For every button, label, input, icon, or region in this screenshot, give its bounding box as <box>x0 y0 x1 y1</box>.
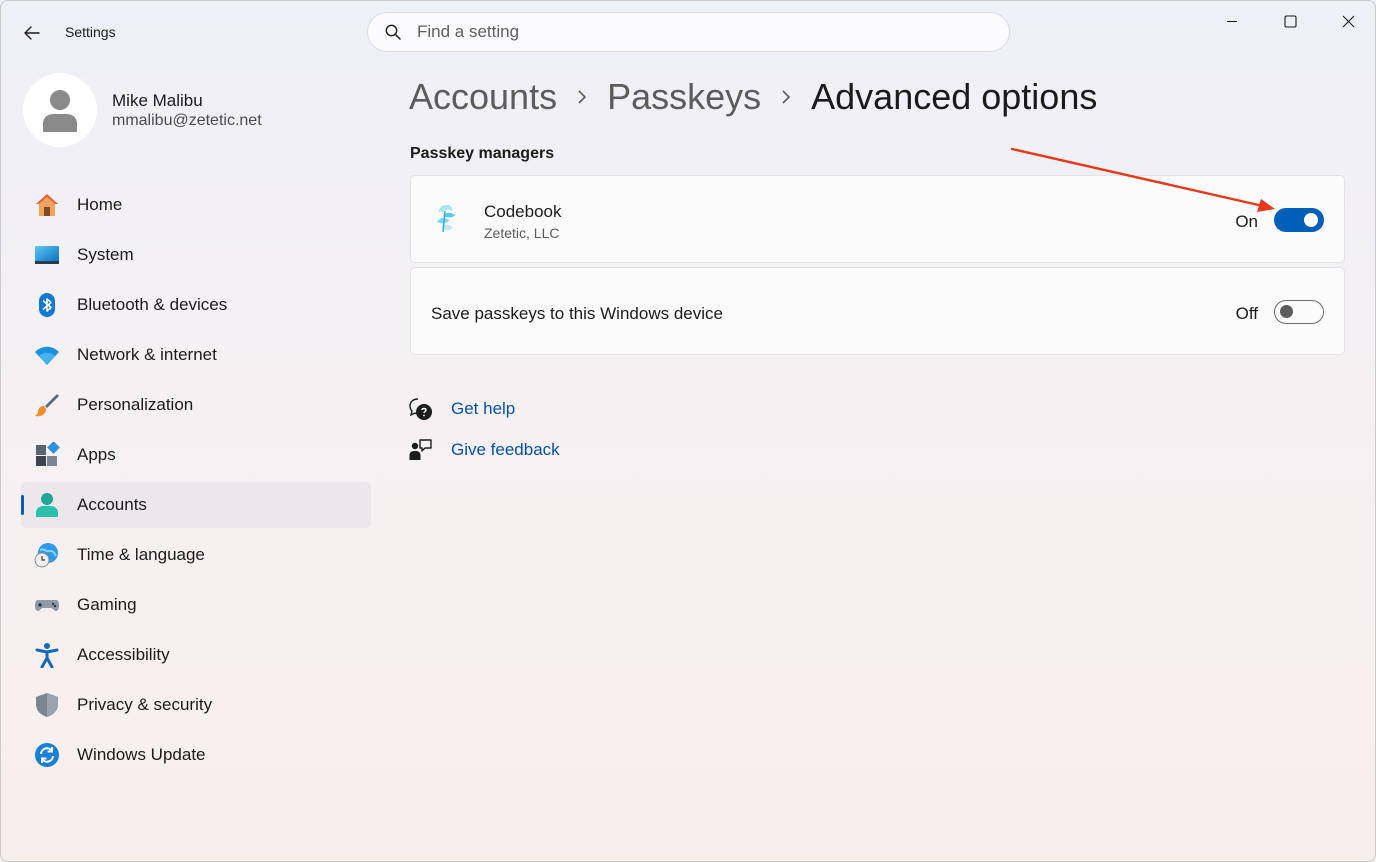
feedback-icon <box>409 438 433 462</box>
breadcrumb-accounts[interactable]: Accounts <box>409 76 557 118</box>
search-icon <box>385 24 401 40</box>
title-bar: Settings <box>1 1 1375 63</box>
windows-device-toggle[interactable] <box>1274 300 1324 324</box>
sidebar-item-time-language[interactable]: Time & language <box>21 532 371 578</box>
sidebar-item-label: Personalization <box>77 395 193 415</box>
minimize-button[interactable] <box>1203 1 1261 41</box>
sidebar-item-bluetooth[interactable]: Bluetooth & devices <box>21 282 371 328</box>
help-chat-icon <box>409 397 433 421</box>
profile-email: mmalibu@zetetic.net <box>112 112 262 130</box>
sidebar-item-label: Time & language <box>77 545 205 565</box>
sidebar-item-network[interactable]: Network & internet <box>21 332 371 378</box>
toggle-state-label: Off <box>1236 304 1258 324</box>
windows-device-card: Save passkeys to this Windows device Off <box>410 267 1345 355</box>
back-button[interactable] <box>15 17 49 49</box>
sidebar-item-label: Network & internet <box>77 345 217 365</box>
toggle-state-label: On <box>1235 212 1258 232</box>
chevron-right-icon <box>781 89 791 105</box>
sidebar-item-privacy-security[interactable]: Privacy & security <box>21 682 371 728</box>
chevron-right-icon <box>577 89 587 105</box>
update-icon <box>34 742 60 768</box>
sidebar-item-label: Apps <box>77 445 116 465</box>
avatar <box>23 73 97 147</box>
sidebar-item-accounts[interactable]: Accounts <box>21 482 371 528</box>
bluetooth-icon <box>34 292 60 318</box>
breadcrumb: Accounts Passkeys Advanced options <box>409 73 1097 121</box>
minimize-icon <box>1226 15 1238 27</box>
close-button[interactable] <box>1319 1 1376 41</box>
codebook-icon <box>431 202 463 236</box>
breadcrumb-passkeys[interactable]: Passkeys <box>607 76 761 118</box>
give-feedback-label: Give feedback <box>451 440 560 460</box>
sidebar-item-label: Windows Update <box>77 745 206 765</box>
sidebar-item-gaming[interactable]: Gaming <box>21 582 371 628</box>
maximize-icon <box>1284 15 1297 28</box>
apps-icon <box>34 442 60 468</box>
sidebar-item-label: Accessibility <box>77 645 170 665</box>
sidebar-item-windows-update[interactable]: Windows Update <box>21 732 371 778</box>
user-profile[interactable]: Mike Malibu mmalibu@zetetic.net <box>21 71 371 149</box>
sidebar-item-label: System <box>77 245 134 265</box>
sidebar-item-system[interactable]: System <box>21 232 371 278</box>
clock-globe-icon <box>34 542 60 568</box>
settings-window: Settings Mike Malibu <box>0 0 1376 862</box>
back-arrow-icon <box>24 26 40 40</box>
sidebar-item-accessibility[interactable]: Accessibility <box>21 632 371 678</box>
sidebar-item-apps[interactable]: Apps <box>21 432 371 478</box>
sidebar-item-label: Gaming <box>77 595 137 615</box>
home-icon <box>34 192 60 218</box>
sidebar-item-label: Bluetooth & devices <box>77 295 227 315</box>
accessibility-icon <box>34 642 60 668</box>
manager-name: Codebook <box>484 202 562 222</box>
passkey-manager-card: Codebook Zetetic, LLC On <box>410 175 1345 263</box>
windows-device-label: Save passkeys to this Windows device <box>431 304 723 324</box>
get-help-link[interactable]: Get help <box>409 395 515 423</box>
manager-publisher: Zetetic, LLC <box>484 225 559 241</box>
page-title: Advanced options <box>811 76 1097 118</box>
gamepad-icon <box>34 592 60 618</box>
sidebar-nav: Home System Bluetooth & devices <box>21 182 371 782</box>
shield-icon <box>34 692 60 718</box>
app-title: Settings <box>65 24 116 40</box>
wifi-icon <box>34 342 60 368</box>
close-icon <box>1342 15 1355 28</box>
profile-name: Mike Malibu <box>112 91 203 111</box>
accounts-icon <box>34 492 60 518</box>
brush-icon <box>34 392 60 418</box>
system-icon <box>34 242 60 268</box>
codebook-toggle[interactable] <box>1274 208 1324 232</box>
sidebar-item-home[interactable]: Home <box>21 182 371 228</box>
sidebar-item-label: Privacy & security <box>77 695 212 715</box>
sidebar-item-label: Accounts <box>77 495 147 515</box>
search-box[interactable] <box>367 12 1010 52</box>
give-feedback-link[interactable]: Give feedback <box>409 436 560 464</box>
person-icon <box>40 88 80 132</box>
sidebar-item-personalization[interactable]: Personalization <box>21 382 371 428</box>
maximize-button[interactable] <box>1261 1 1319 41</box>
toggle-knob <box>1280 305 1293 318</box>
get-help-label: Get help <box>451 399 515 419</box>
sidebar-item-label: Home <box>77 195 122 215</box>
toggle-knob <box>1304 213 1318 227</box>
search-input[interactable] <box>417 22 977 42</box>
section-title: Passkey managers <box>410 145 554 163</box>
